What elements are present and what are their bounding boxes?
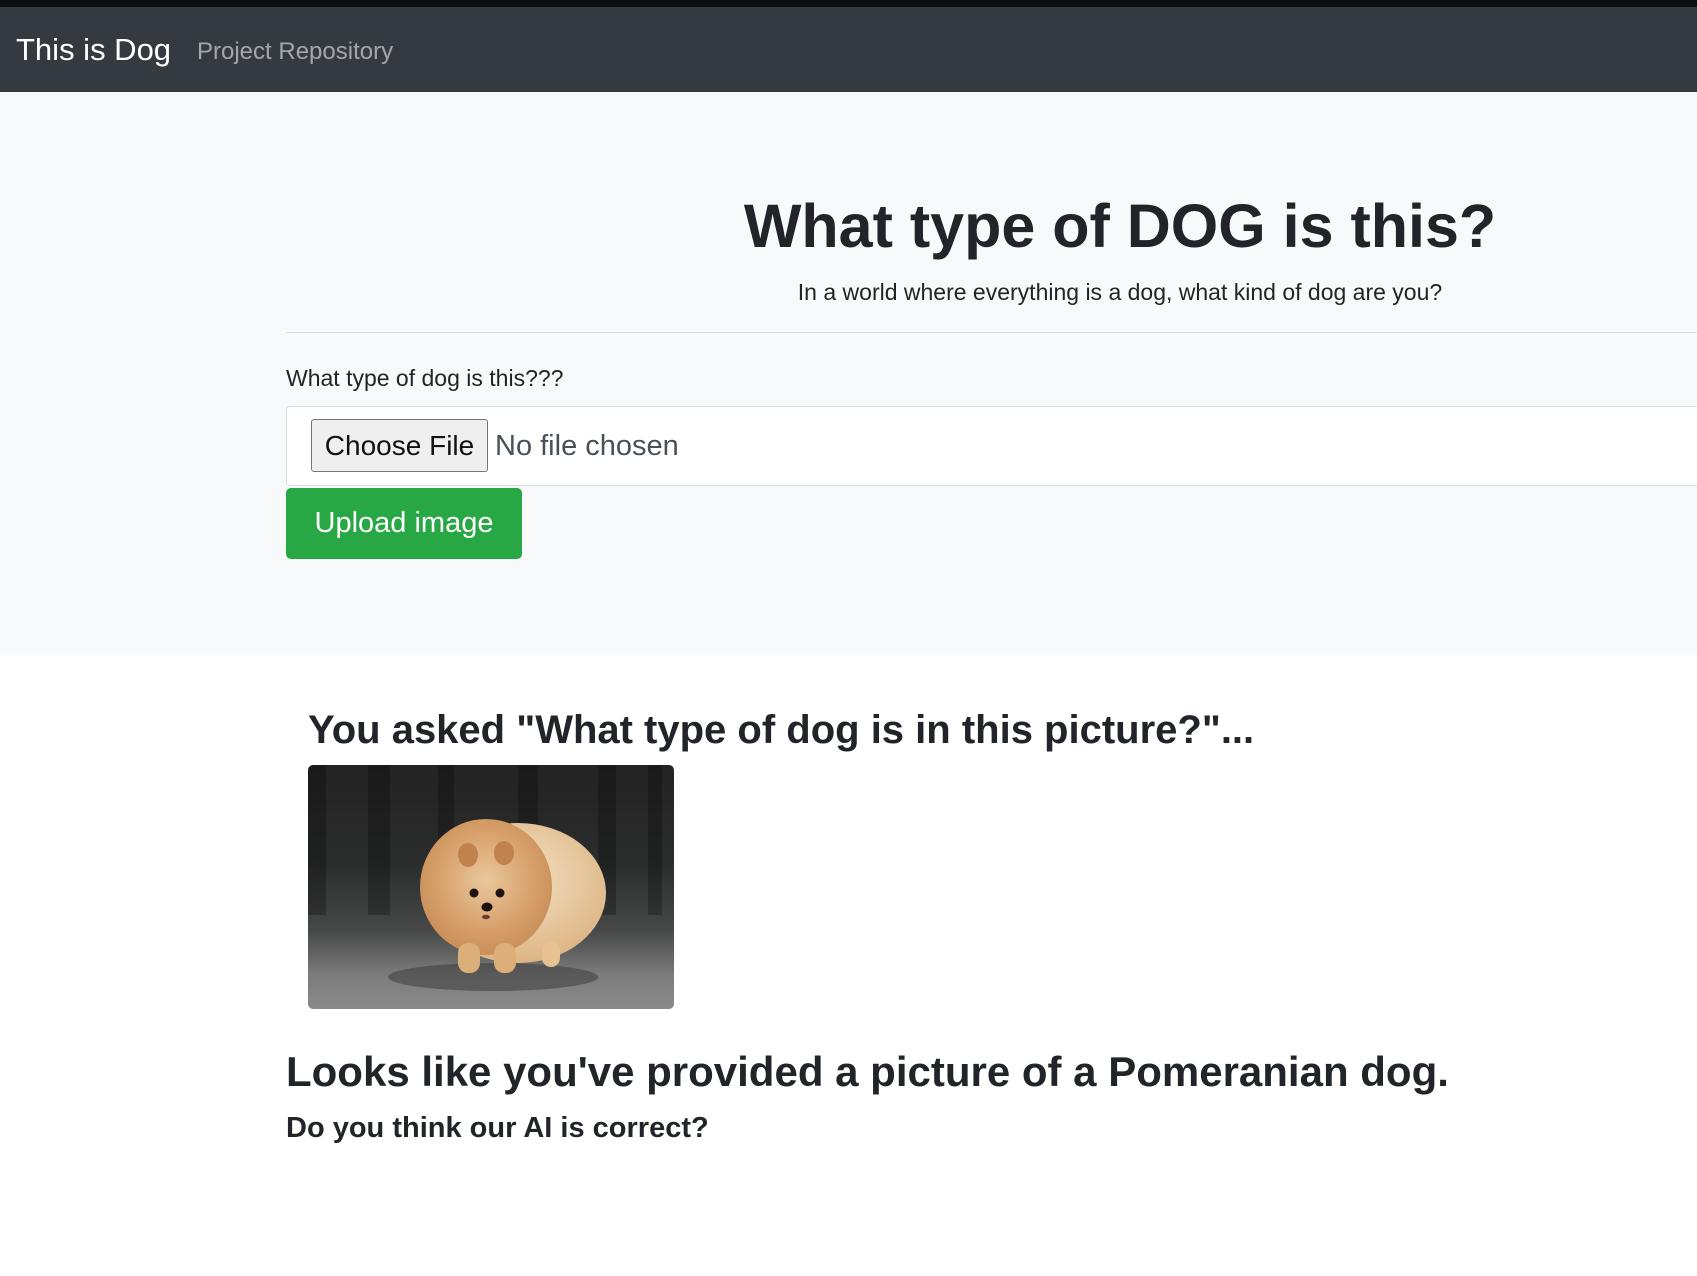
- hero-section: [0, 92, 1697, 655]
- asked-heading: You asked "What type of dog is in this p…: [308, 708, 1255, 752]
- page-title: What type of DOG is this?: [743, 192, 1497, 260]
- divider: [286, 332, 1697, 333]
- dog-photo: [308, 765, 674, 1009]
- file-input[interactable]: Choose File No file chosen: [286, 406, 1697, 486]
- nav-link-project-repository[interactable]: Project Repository: [197, 38, 393, 66]
- page-lead: In a world where everything is a dog, wh…: [797, 279, 1443, 305]
- brand-link[interactable]: This is Dog: [16, 32, 171, 68]
- navbar: This is Dog Project Repository: [0, 7, 1697, 92]
- feedback-question: Do you think our AI is correct?: [286, 1112, 709, 1144]
- prediction-result: Looks like you've provided a picture of …: [286, 1048, 1449, 1095]
- window-top-edge: [0, 0, 1697, 7]
- file-input-label: What type of dog is this???: [286, 365, 564, 391]
- choose-file-button[interactable]: Choose File: [311, 419, 488, 472]
- upload-image-button[interactable]: Upload image: [286, 488, 522, 559]
- file-status-text: No file chosen: [495, 430, 679, 462]
